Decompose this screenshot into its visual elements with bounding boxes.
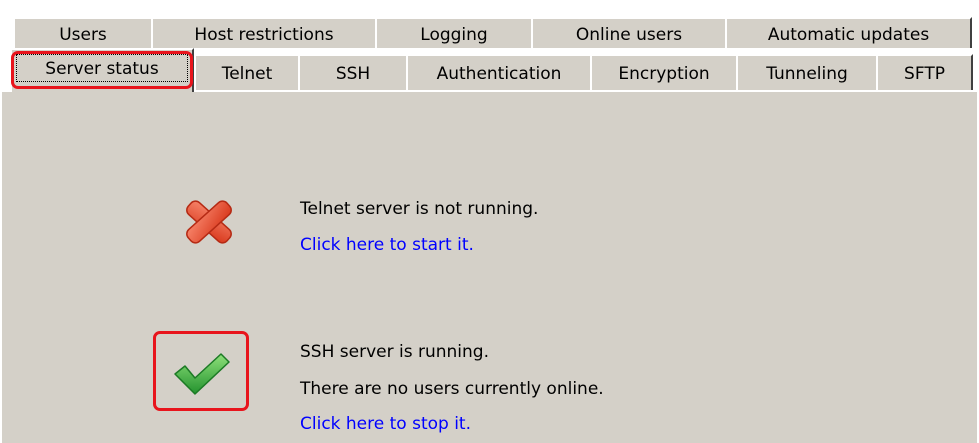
telnet-status-text: Telnet server is not running. [300,199,539,219]
ssh-users-text: There are no users currently online. [300,379,604,399]
tab-ssh[interactable]: SSH [298,54,408,90]
tab-row-front: Server status Telnet SSH Authentication … [0,48,979,92]
telnet-start-link[interactable]: Click here to start it. [300,233,474,258]
tab-row-back: Users Host restrictions Logging Online u… [0,17,979,48]
tab-automatic-updates[interactable]: Automatic updates [725,17,972,48]
tab-logging[interactable]: Logging [375,17,533,48]
tab-host-restrictions[interactable]: Host restrictions [151,17,377,48]
tab-users[interactable]: Users [13,17,153,48]
ssh-status-text: SSH server is running. [300,342,489,362]
tab-encryption[interactable]: Encryption [590,54,738,90]
tab-server-status[interactable]: Server status [10,48,194,92]
red-x-icon [186,200,232,244]
ssh-stop-link[interactable]: Click here to stop it. [300,412,471,437]
focus-rectangle [16,54,188,82]
tab-telnet[interactable]: Telnet [194,54,300,90]
tab-sftp[interactable]: SFTP [876,54,973,90]
tab-tunneling[interactable]: Tunneling [736,54,878,90]
server-status-panel: Telnet server is not running. Click here… [0,90,977,443]
tab-authentication[interactable]: Authentication [406,54,592,90]
tab-online-users[interactable]: Online users [531,17,727,48]
green-check-icon [174,353,230,395]
